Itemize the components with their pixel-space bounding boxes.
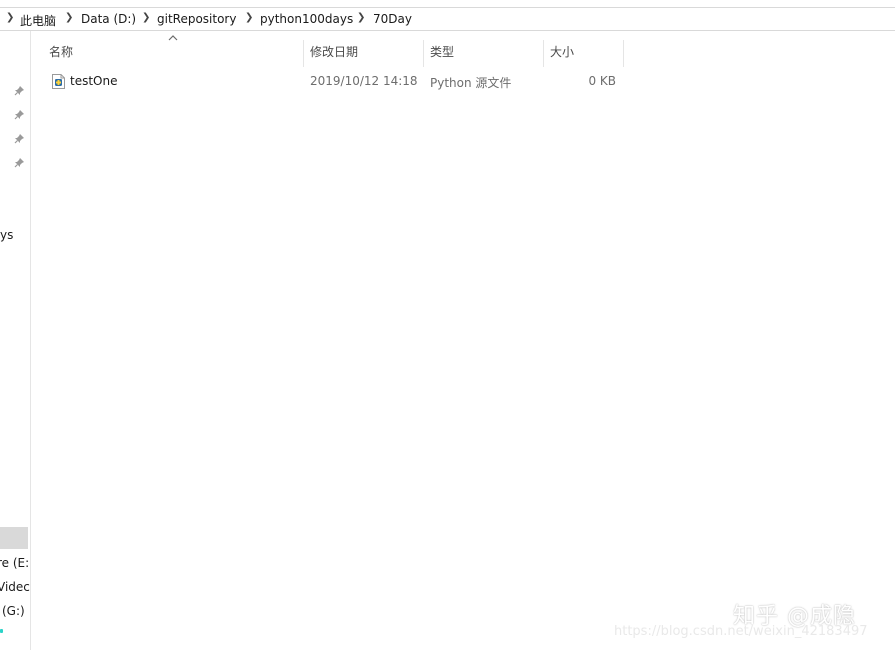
pin-icon[interactable] — [13, 109, 25, 121]
breadcrumb-item-python100days[interactable]: python100days — [260, 12, 353, 26]
chevron-right-icon[interactable]: ❯ — [142, 12, 150, 23]
pin-icon[interactable] — [13, 85, 25, 97]
python-file-icon — [52, 74, 65, 89]
column-header-type[interactable]: 类型 — [424, 40, 544, 67]
column-header-size[interactable]: 大小 — [544, 40, 624, 67]
column-header-name[interactable]: 名称 — [43, 40, 304, 67]
file-row[interactable]: testOne 2019/10/12 14:18 Python 源文件 0 KB — [44, 71, 624, 93]
file-name[interactable]: testOne — [70, 74, 117, 88]
breadcrumb-item-this-pc[interactable]: 此电脑 — [20, 12, 56, 29]
nav-item-python100days[interactable]: ys — [0, 228, 13, 242]
csdn-watermark: https://blog.csdn.net/weixin_42183497 — [614, 624, 868, 639]
breadcrumb-item-data-drive[interactable]: Data (D:) — [81, 12, 136, 26]
pin-icon[interactable] — [13, 133, 25, 145]
file-size: 0 KB — [588, 74, 616, 88]
breadcrumb-item-gitrepository[interactable]: gitRepository — [157, 12, 236, 26]
nav-item-drive-e[interactable]: re (E: — [0, 556, 29, 570]
nav-item-selected[interactable] — [0, 527, 28, 549]
pin-icon[interactable] — [13, 157, 25, 169]
file-type: Python 源文件 — [430, 76, 512, 90]
breadcrumb-item-70day[interactable]: 70Day — [373, 12, 412, 26]
chevron-right-icon[interactable]: ❯ — [6, 12, 14, 23]
chevron-right-icon[interactable]: ❯ — [65, 12, 73, 23]
file-modified: 2019/10/12 14:18 — [310, 74, 418, 88]
nav-item-videos[interactable]: Videc — [0, 580, 30, 594]
nav-item-indicator — [0, 629, 3, 633]
nav-item-drive-g[interactable]: (G:) — [2, 604, 25, 618]
column-header-modified[interactable]: 修改日期 — [304, 40, 424, 67]
navigation-pane[interactable]: ys re (E: Videc (G:) — [0, 31, 31, 650]
chevron-right-icon[interactable]: ❯ — [357, 12, 365, 23]
address-bar[interactable]: ❯ 此电脑 ❯ Data (D:) ❯ gitRepository ❯ pyth… — [0, 7, 895, 31]
chevron-right-icon[interactable]: ❯ — [245, 12, 253, 23]
